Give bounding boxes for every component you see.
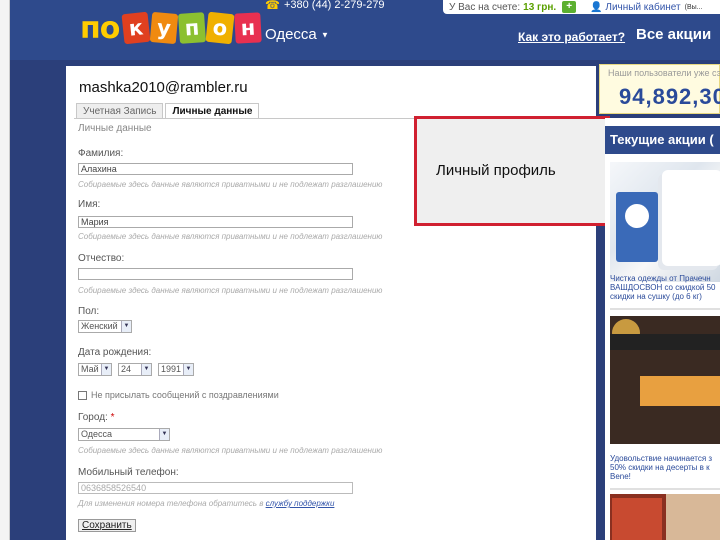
logo-letter: о [205,11,235,45]
birth-date-label: Дата рождения: [78,347,152,358]
callout-text: Личный профиль [436,162,556,179]
gender-select[interactable]: Женский ▼ [78,320,132,333]
logo-letter: н [234,12,263,44]
chevron-down-icon: ▼ [159,429,169,440]
mobile-hint: Для изменения номера телефона обратитесь… [78,499,334,508]
tab-account[interactable]: Учетная Запись [76,103,164,119]
current-deals-panel: Текущие акции ( Чистка одежды от Прачечн… [605,118,720,540]
birth-year-value: 1991 [161,364,182,374]
user-icon: 👤 [590,1,603,13]
city-label-text: Город: [78,412,108,423]
deal-text-line[interactable]: 50% скидки на десерты в к [610,463,720,472]
no-greetings-label: Не присылать сообщений с поздравлениями [91,390,279,400]
first-name-hint: Собираемые здесь данные являются приватн… [78,232,383,241]
city-hint: Собираемые здесь данные являются приватн… [78,446,383,455]
city-name: Одесса [265,26,317,43]
birth-month-select[interactable]: Май ▼ [78,363,112,376]
site-header: по к у п о н ☎ +380 (44) 2-279-279 Одесс… [10,0,720,60]
no-greetings-checkbox-row[interactable]: Не присылать сообщений с поздравлениями [78,390,279,400]
deal-image-magazine[interactable] [610,494,720,540]
city-label: Город: * [78,412,115,423]
logo-letter: п [178,12,207,44]
portrait-shape [666,494,720,540]
tab-personal-data[interactable]: Личные данные [165,103,260,119]
how-it-works-link[interactable]: Как это работает? [518,30,625,44]
mobile-input: 0636858526540 [78,482,353,494]
deal-image-cafe[interactable] [610,316,720,444]
users-counter-label: Наши пользователи уже сэкон... [608,68,720,78]
browser-left-strip [0,0,10,540]
chevron-down-icon: ▼ [121,321,131,332]
last-name-label: Фамилия: [78,148,124,159]
first-name-input[interactable]: Мария [78,216,353,228]
users-counter-value: 94,892,304 [619,84,720,109]
phone-icon: ☎ [265,0,280,12]
deal-text-line[interactable]: ВАШДОСВОН со скидкой 50 [610,283,720,292]
user-email: mashka2010@rambler.ru [79,79,248,96]
caret-down-icon: ▼ [320,30,329,40]
deal-divider [610,308,720,310]
birth-day-value: 24 [121,364,132,374]
phone-text: +380 (44) 2-279-279 [283,0,385,11]
profile-tabs: Учетная Запись Личные данные [76,103,261,119]
required-mark: * [110,412,115,423]
section-title: Личные данные [78,123,152,134]
birth-month-value: Май [81,364,99,374]
chevron-down-icon: ▼ [141,364,151,375]
deal-text-line[interactable]: Удовольствие начинается з [610,454,720,463]
last-name-hint: Собираемые здесь данные являются приватн… [78,180,383,189]
mobile-label: Мобильный телефон: [78,467,179,478]
gender-label: Пол: [78,306,100,317]
mobile-hint-text: Для изменения номера телефона обратитесь… [78,499,264,508]
no-greetings-checkbox[interactable] [78,390,87,400]
phone-number: ☎ +380 (44) 2-279-279 [265,0,385,12]
chevron-down-icon: ▼ [183,364,193,375]
deal-divider [610,488,720,490]
deal-text-line[interactable]: скидки на сушку (до 6 кг) [610,292,720,301]
deal-image-laundry[interactable] [610,162,720,282]
cabinet-label: Личный кабинет [605,1,681,13]
city-selector[interactable]: Одесса ▼ [265,26,329,43]
patronymic-input[interactable] [78,268,353,280]
first-name-label: Имя: [78,199,101,210]
add-funds-button[interactable]: + [562,1,577,13]
city-select-value: Одесса [81,429,113,439]
profile-callout: Личный профиль [414,116,610,226]
chevron-down-icon: ▼ [101,364,111,375]
support-link[interactable]: службу поддержки [266,499,335,508]
logo-letter: у [150,11,179,45]
gender-value: Женский [81,321,118,331]
logo-prefix: по [80,10,120,46]
patronymic-hint: Собираемые здесь данные являются приватн… [78,286,383,295]
detergent-pack-shape [616,192,658,262]
last-name-input[interactable]: Алахина [78,163,353,175]
deal-text-line[interactable]: Bene! [610,472,720,481]
cabinet-link[interactable]: 👤 Личный кабинет [590,2,680,13]
balance-value: 13 грн. [523,1,557,13]
magazine-shape [612,498,662,540]
cafe-awning-shape [610,334,720,350]
exit-link[interactable]: (Вы... [685,4,703,11]
logo-letter: к [121,11,151,45]
birth-day-select[interactable]: 24 ▼ [118,363,152,376]
birth-year-select[interactable]: 1991 ▼ [158,363,194,376]
account-bar: У Вас на счете: 13 грн. + 👤 Личный кабин… [443,0,720,14]
save-button[interactable]: Сохранить [78,519,136,532]
deal-text-line[interactable]: Чистка одежды от Прачечн [610,274,720,283]
patronymic-label: Отчество: [78,253,125,264]
all-deals-link[interactable]: Все акции [636,26,711,43]
pokupon-logo[interactable]: по к у п о н [80,8,263,48]
current-deals-title: Текущие акции ( [605,126,720,154]
cafe-window-shape [640,376,720,406]
users-counter: Наши пользователи уже сэкон... 94,892,30… [599,64,720,114]
towels-shape [662,170,720,266]
balance-label: У Вас на счете: [449,1,521,13]
city-select[interactable]: Одесса ▼ [78,428,170,441]
